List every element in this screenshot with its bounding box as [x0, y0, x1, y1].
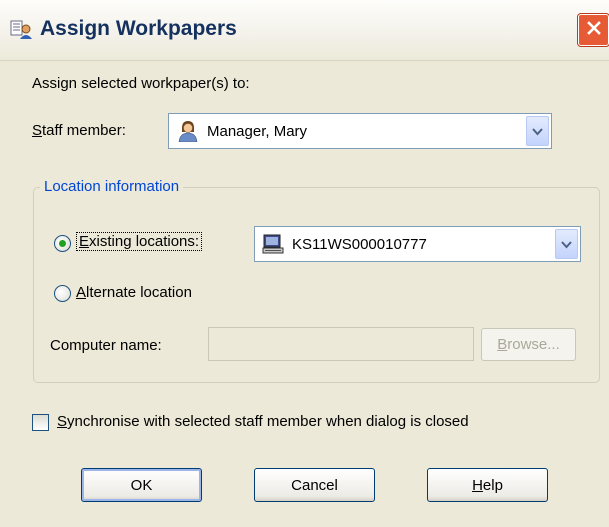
computer-icon — [262, 234, 284, 254]
ok-button[interactable]: OK — [81, 468, 202, 502]
chevron-down-icon — [532, 123, 543, 140]
browse-button[interactable]: Browse... — [481, 328, 576, 361]
location-dropdown-arrow[interactable] — [555, 229, 578, 259]
close-icon — [586, 20, 602, 40]
computer-name-label: Computer name: — [50, 337, 162, 354]
person-icon — [177, 120, 199, 142]
assign-workpapers-dialog: Assign Workpapers Assign selected workpa… — [0, 0, 609, 527]
staff-member-dropdown[interactable]: Manager, Mary — [168, 113, 552, 149]
title-bar[interactable]: Assign Workpapers — [0, 0, 609, 61]
help-button[interactable]: Help — [427, 468, 548, 502]
staff-dropdown-arrow[interactable] — [526, 116, 549, 146]
ok-label: OK — [130, 476, 153, 494]
location-group-legend: Location information — [40, 178, 184, 195]
existing-location-value: KS11WS000010777 — [292, 235, 427, 253]
radio-selected-dot — [59, 240, 66, 247]
staff-member-value: Manager, Mary — [207, 122, 308, 140]
chevron-down-icon — [561, 236, 572, 253]
workpapers-app-icon — [10, 20, 32, 40]
synchronise-label[interactable]: Synchronise with selected staff member w… — [57, 413, 469, 430]
cancel-label: Cancel — [291, 476, 338, 494]
window-title: Assign Workpapers — [40, 17, 237, 40]
staff-member-label: Staff member: — [32, 122, 126, 139]
synchronise-checkbox[interactable] — [32, 414, 49, 431]
intro-label: Assign selected workpaper(s) to: — [32, 75, 250, 92]
cancel-button[interactable]: Cancel — [254, 468, 375, 502]
alternate-location-radio[interactable] — [54, 285, 71, 302]
existing-locations-radio[interactable] — [54, 235, 71, 252]
existing-locations-label[interactable]: Existing locations: — [76, 232, 203, 251]
alternate-location-label[interactable]: Alternate location — [76, 284, 192, 301]
computer-name-input[interactable] — [208, 327, 474, 361]
existing-location-dropdown[interactable]: KS11WS000010777 — [254, 226, 581, 262]
close-button[interactable] — [578, 14, 609, 46]
